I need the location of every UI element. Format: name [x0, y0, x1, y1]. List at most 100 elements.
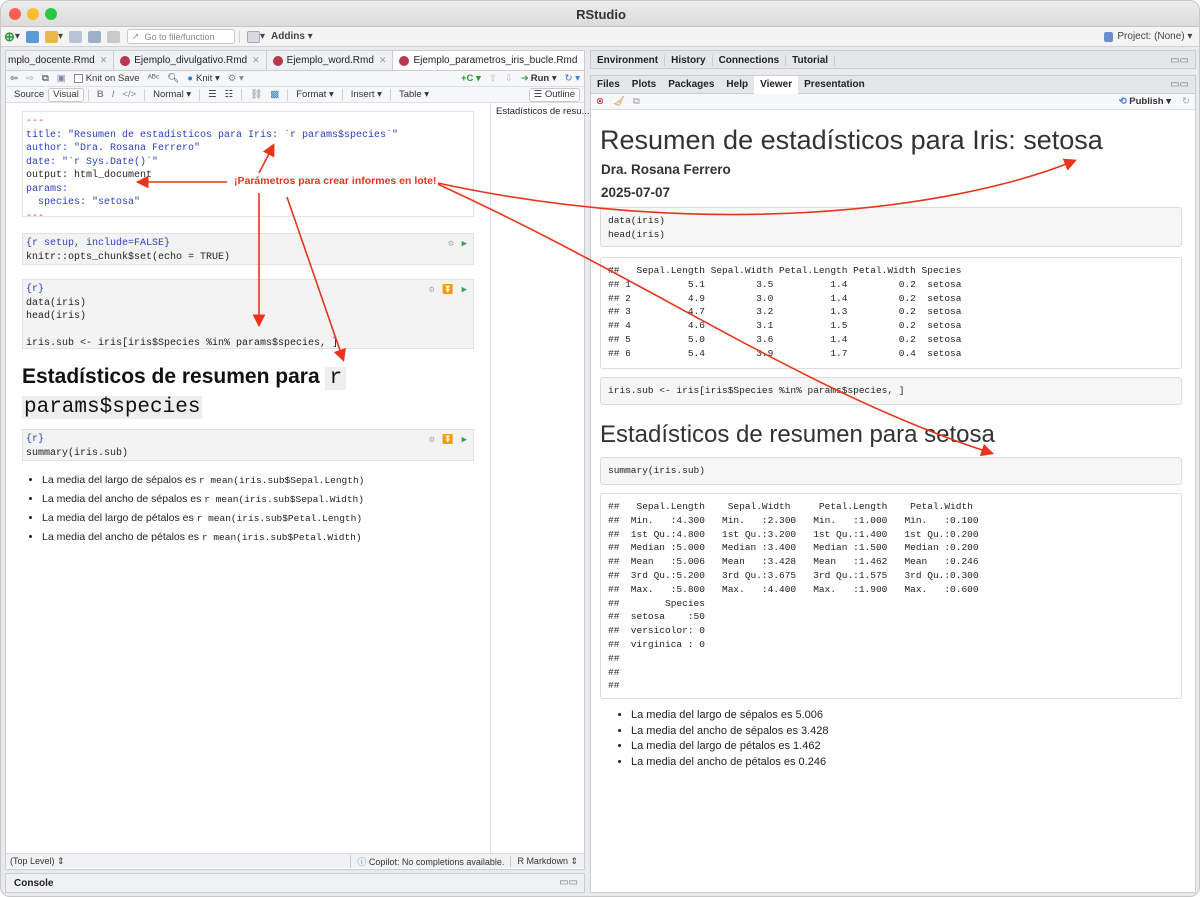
save-doc-icon[interactable]: ▣	[53, 72, 70, 86]
numbered-list-icon[interactable]: ☷	[221, 88, 238, 102]
tab-tutorial[interactable]: Tutorial	[786, 54, 836, 66]
addins-menu[interactable]: Addins ▾	[268, 29, 316, 45]
print-icon[interactable]	[104, 29, 123, 45]
tab-viewer[interactable]: Viewer	[754, 75, 799, 94]
close-tab-icon[interactable]: ✕	[379, 55, 387, 66]
chunk-options-icon[interactable]: ⚙	[448, 238, 453, 252]
copilot-status[interactable]: ⓘ Copilot: No completions available.	[350, 854, 510, 868]
tab-help[interactable]: Help	[720, 79, 754, 90]
down-icon[interactable]: ⇩	[501, 72, 517, 86]
tab-packages[interactable]: Packages	[662, 79, 720, 90]
outline-item[interactable]: Estadísticos de resu...	[491, 103, 589, 120]
new-file-icon[interactable]: ⊕ ▾	[1, 29, 23, 45]
run-chunk-icon[interactable]: ▶	[462, 238, 467, 252]
image-icon[interactable]: ▩	[266, 88, 283, 102]
outline-label: Outline	[544, 89, 575, 100]
run-above-icon[interactable]: ⏬	[442, 434, 453, 448]
tab-parametros[interactable]: Ejemplo_parametros_iris_bucle.Rmd ✕	[393, 51, 584, 70]
bullet-text: La media del ancho de sépalos es	[42, 493, 202, 505]
heading-inline-code: r	[325, 367, 347, 390]
outline-button[interactable]: ☰ Outline	[528, 87, 580, 102]
editor-heading[interactable]: Estadísticos de resumen para r params$sp…	[22, 363, 482, 421]
code-chunk-data[interactable]: ⚙ ⏬ ▶ {r} data(iris) head(iris) iris.sub <…	[22, 279, 474, 349]
chunk-line: {r}	[26, 284, 45, 295]
tab-plots[interactable]: Plots	[626, 79, 662, 90]
table-menu[interactable]: Table ▾	[395, 88, 433, 102]
copilot-icon: ⓘ	[357, 856, 367, 867]
run-chunk-icon[interactable]: ▶	[462, 284, 467, 298]
tab-word[interactable]: Ejemplo_word.Rmd ✕	[266, 51, 394, 70]
insert-menu[interactable]: Insert ▾	[347, 88, 386, 102]
close-tab-icon[interactable]: ✕	[100, 55, 108, 66]
tab-files[interactable]: Files	[591, 79, 626, 90]
show-in-window-icon[interactable]: ⧉	[38, 72, 53, 86]
run-chunk-icon[interactable]: ▶	[462, 434, 467, 448]
bullet-list-icon[interactable]: ☰	[204, 88, 221, 102]
maximize-pane-icon[interactable]: ▭▭	[1170, 55, 1195, 66]
format-menu[interactable]: Format ▾	[292, 88, 338, 102]
insert-chunk-icon[interactable]: +C ▾	[457, 72, 485, 86]
tab-connections[interactable]: Connections	[713, 54, 787, 66]
yaml-header[interactable]: --- title: "Resumen de estadísticos para…	[22, 111, 474, 222]
maximize-pane-icon[interactable]: ▭▭	[1170, 79, 1195, 90]
show-in-window-icon[interactable]: ⧉	[629, 96, 644, 107]
project-menu[interactable]: Project: (None) ▾	[1101, 29, 1199, 45]
up-icon[interactable]: ⇧	[485, 72, 501, 86]
report-output-block: ## Sepal.Length Sepal.Width Petal.Length…	[600, 257, 1182, 369]
code-icon[interactable]: </>	[118, 88, 140, 102]
find-icon[interactable]: 🔍︎	[163, 72, 183, 86]
window-title: RStudio	[576, 7, 626, 22]
source-mode-button[interactable]: Source	[10, 88, 48, 102]
knit-button[interactable]: ● Knit ▾	[183, 72, 224, 86]
new-project-icon[interactable]	[23, 29, 42, 45]
save-all-icon[interactable]	[85, 29, 104, 45]
forward-icon[interactable]: ⇨	[22, 72, 38, 86]
style-dropdown[interactable]: Normal ▾	[149, 88, 195, 102]
link-icon[interactable]: ⛓	[246, 88, 266, 102]
refresh-icon[interactable]: ↻	[1177, 96, 1195, 107]
run-above-icon[interactable]: ⏬	[442, 284, 453, 298]
code-chunk-summary[interactable]: ⚙ ⏬ ▶ {r} summary(iris.sub)	[22, 429, 474, 461]
list-item[interactable]: La media del ancho de sépalos es r mean(…	[42, 490, 476, 509]
rmd-file-icon	[399, 55, 410, 66]
mode-dropdown[interactable]: R Markdown ⇕	[510, 855, 584, 867]
code-chunk-setup[interactable]: ⚙ ▶ {r setup, include=FALSE} knitr::opts_…	[22, 233, 474, 265]
report-code-block: summary(iris.sub)	[600, 457, 1182, 485]
save-icon[interactable]	[66, 29, 85, 45]
clear-broom-icon[interactable]: 🧹︎	[609, 96, 629, 107]
list-item: La media del ancho de pétalos es 0.246	[631, 755, 829, 771]
italic-icon[interactable]: I	[108, 88, 119, 102]
open-file-icon[interactable]: ▾	[42, 29, 66, 45]
console-pane[interactable]: Console ▭▭	[5, 873, 585, 893]
list-item[interactable]: La media del largo de pétalos es r mean(…	[42, 509, 476, 528]
close-tab-icon[interactable]: ✕	[582, 55, 584, 66]
scope-dropdown[interactable]: (Top Level) ⇕	[6, 856, 65, 867]
knit-yarn-icon: ●	[187, 73, 194, 84]
chunk-line: data(iris)	[26, 297, 87, 309]
chunk-options-icon[interactable]: ⚙	[429, 434, 434, 448]
maximize-pane-icon[interactable]: ▭▭	[559, 877, 578, 888]
tab-presentation[interactable]: Presentation	[798, 79, 871, 90]
spellcheck-icon[interactable]: ᴬᴮᶜ	[144, 72, 164, 86]
tab-divulgativo[interactable]: Ejemplo_divulgativo.Rmd ✕	[114, 51, 267, 70]
grid-layout-icon[interactable]: ▾	[244, 29, 268, 45]
settings-gear-icon[interactable]: ⚙ ▾	[224, 72, 248, 86]
close-tab-icon[interactable]: ✕	[252, 55, 260, 66]
console-tab[interactable]: Console	[14, 878, 53, 889]
tab-docente[interactable]: mplo_docente.Rmd ✕	[6, 51, 115, 70]
run-button[interactable]: ➜ Run ▾	[517, 72, 561, 86]
bold-icon[interactable]: B	[93, 88, 108, 102]
knit-on-save-checkbox[interactable]: Knit on Save	[70, 72, 144, 86]
visual-mode-button[interactable]: Visual	[48, 87, 84, 102]
list-item[interactable]: La media del largo de sépalos es r mean(…	[42, 471, 476, 490]
list-item[interactable]: La media del ancho de pétalos es r mean(…	[42, 528, 476, 547]
back-icon[interactable]: ⇦	[6, 72, 22, 86]
rerun-icon[interactable]: ↻ ▾	[561, 72, 584, 86]
goto-file-input[interactable]: ➚ Go to file/function	[126, 29, 235, 44]
stop-icon[interactable]: ⊗	[591, 96, 609, 107]
tab-history[interactable]: History	[665, 54, 713, 66]
chunk-options-icon[interactable]: ⚙	[429, 284, 434, 298]
yaml-line: date: "`r Sys.Date()`"	[26, 156, 159, 168]
tab-environment[interactable]: Environment	[591, 54, 666, 66]
publish-button[interactable]: ⟲ Publish ▾	[1113, 96, 1177, 107]
